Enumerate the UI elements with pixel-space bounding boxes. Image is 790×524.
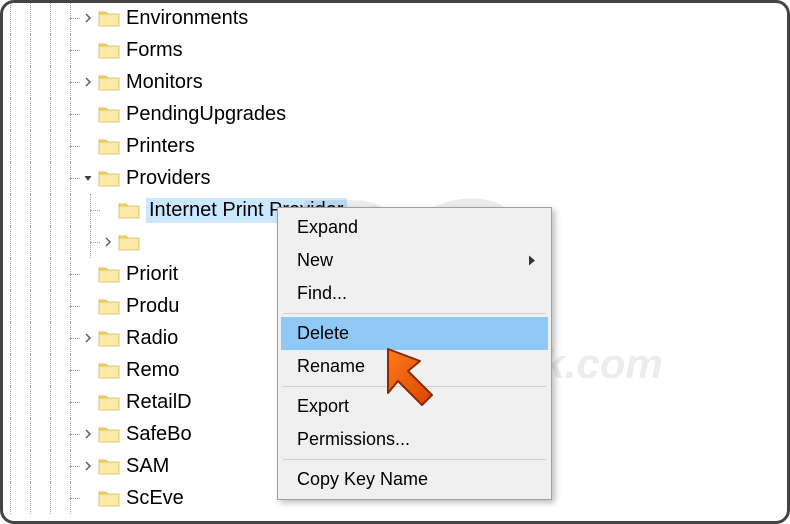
folder-icon	[98, 265, 120, 283]
folder-icon	[118, 233, 140, 251]
expander-spacer	[80, 394, 96, 410]
tree-item-label: PendingUpgrades	[126, 103, 286, 126]
expander-spacer	[80, 490, 96, 506]
tree-item-label: Printers	[126, 135, 195, 158]
folder-icon	[98, 361, 120, 379]
tree-indent	[0, 98, 80, 130]
menu-item-label: Export	[297, 396, 349, 417]
tree-item-label: SafeBo	[126, 423, 192, 446]
menu-item-label: Expand	[297, 217, 358, 238]
tree-indent	[0, 322, 80, 354]
tree-indent	[0, 450, 80, 482]
chevron-right-icon[interactable]	[100, 234, 116, 250]
menu-item-label: New	[297, 250, 333, 271]
folder-icon	[98, 297, 120, 315]
menu-item-label: Permissions...	[297, 429, 410, 450]
menu-divider	[283, 313, 546, 314]
tree-item-label: Forms	[126, 39, 183, 62]
submenu-arrow-icon	[528, 250, 536, 271]
tree-item[interactable]: Monitors	[0, 66, 790, 98]
tree-item[interactable]: Providers	[0, 162, 790, 194]
tree-indent	[0, 34, 80, 66]
chevron-right-icon[interactable]	[80, 74, 96, 90]
menu-item-label: Rename	[297, 356, 365, 377]
folder-icon	[98, 329, 120, 347]
context-menu: Expand New Find... Delete Rename Export Permis…	[277, 207, 552, 500]
tree-item-label: Environments	[126, 7, 248, 30]
expander-spacer	[80, 138, 96, 154]
tree-item-label: SAM	[126, 455, 169, 478]
expander-spacer	[80, 362, 96, 378]
menu-item-copy-key-name[interactable]: Copy Key Name	[281, 463, 548, 496]
menu-divider	[283, 459, 546, 460]
tree-indent	[0, 226, 100, 258]
expander-spacer	[80, 298, 96, 314]
expander-spacer	[80, 266, 96, 282]
tree-indent	[0, 162, 80, 194]
tree-item-label: ScEve	[126, 487, 184, 510]
tree-indent	[0, 258, 80, 290]
expander-spacer	[100, 202, 116, 218]
tree-item[interactable]: Printers	[0, 130, 790, 162]
expander-spacer	[80, 106, 96, 122]
menu-item-permissions[interactable]: Permissions...	[281, 423, 548, 456]
folder-icon	[98, 425, 120, 443]
tree-item-label: Priorit	[126, 263, 178, 286]
tree-indent	[0, 2, 80, 34]
tree-item-label: Produ	[126, 295, 179, 318]
menu-divider	[283, 386, 546, 387]
tree-indent	[0, 66, 80, 98]
tree-indent	[0, 194, 100, 226]
menu-item-export[interactable]: Export	[281, 390, 548, 423]
tree-indent	[0, 354, 80, 386]
folder-icon	[98, 457, 120, 475]
menu-item-label: Copy Key Name	[297, 469, 428, 490]
tree-indent	[0, 130, 80, 162]
folder-icon	[118, 201, 140, 219]
chevron-right-icon[interactable]	[80, 426, 96, 442]
menu-item-label: Delete	[297, 323, 349, 344]
menu-item-label: Find...	[297, 283, 347, 304]
tree-indent	[0, 482, 80, 514]
folder-icon	[98, 489, 120, 507]
chevron-right-icon[interactable]	[80, 458, 96, 474]
menu-item-rename[interactable]: Rename	[281, 350, 548, 383]
folder-icon	[98, 169, 120, 187]
menu-item-new[interactable]: New	[281, 244, 548, 277]
folder-icon	[98, 9, 120, 27]
folder-icon	[98, 41, 120, 59]
menu-item-expand[interactable]: Expand	[281, 211, 548, 244]
folder-icon	[98, 137, 120, 155]
tree-item-label: Radio	[126, 327, 178, 350]
tree-item-label: RetailD	[126, 391, 192, 414]
tree-item-label: Monitors	[126, 71, 203, 94]
folder-icon	[98, 393, 120, 411]
tree-item[interactable]: Forms	[0, 34, 790, 66]
tree-indent	[0, 386, 80, 418]
tree-indent	[0, 290, 80, 322]
expander-spacer	[80, 42, 96, 58]
tree-item-label: Remo	[126, 359, 179, 382]
chevron-right-icon[interactable]	[80, 10, 96, 26]
folder-icon	[98, 73, 120, 91]
chevron-right-icon[interactable]	[80, 330, 96, 346]
tree-item-label: Providers	[126, 167, 210, 190]
menu-item-delete[interactable]: Delete	[281, 317, 548, 350]
chevron-down-icon[interactable]	[80, 170, 96, 186]
tree-indent	[0, 418, 80, 450]
tree-item[interactable]: Environments	[0, 2, 790, 34]
menu-item-find[interactable]: Find...	[281, 277, 548, 310]
folder-icon	[98, 105, 120, 123]
tree-item[interactable]: PendingUpgrades	[0, 98, 790, 130]
